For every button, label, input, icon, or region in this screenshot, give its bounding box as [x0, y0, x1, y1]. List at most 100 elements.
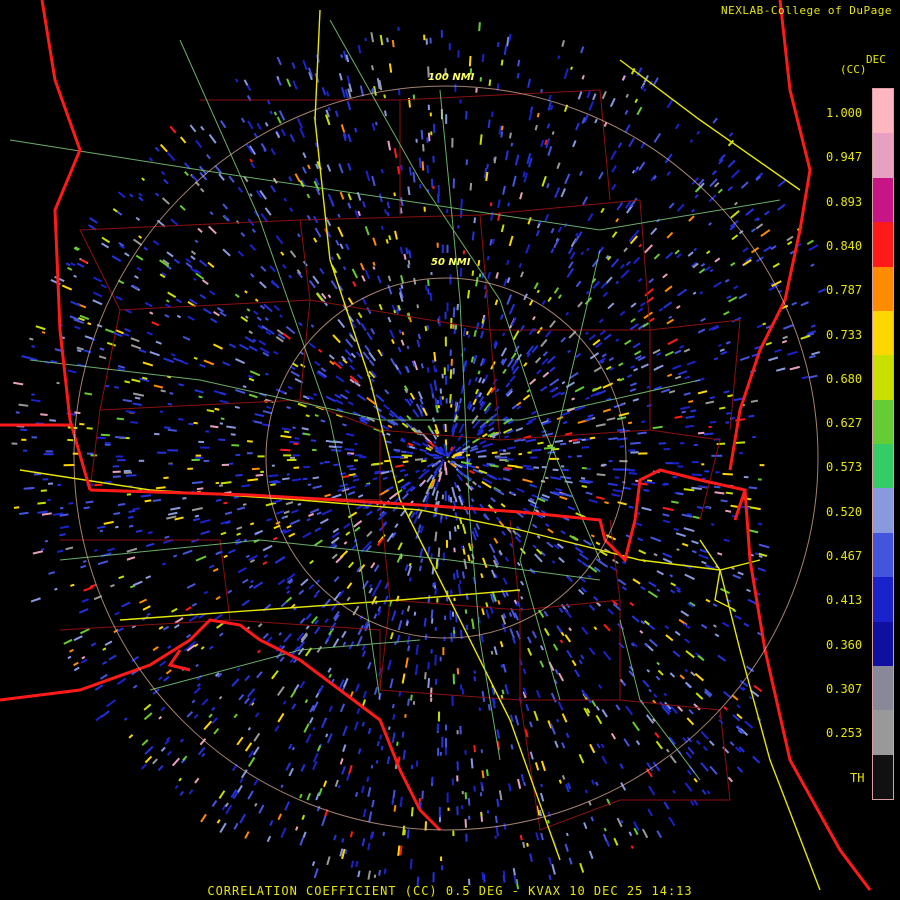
radar-return-gate — [559, 442, 567, 446]
radar-return-gate — [397, 620, 403, 631]
radar-return-gate — [467, 554, 471, 562]
radar-return-gate — [489, 202, 493, 207]
radar-return-gate — [809, 374, 818, 379]
radar-return-gate — [730, 261, 736, 267]
radar-return-gate — [277, 712, 285, 723]
radar-return-gate — [372, 477, 378, 481]
radar-return-gate — [430, 609, 434, 619]
radar-return-gate — [540, 385, 548, 392]
radar-return-gate — [708, 222, 712, 226]
radar-return-gate — [138, 192, 143, 197]
radar-return-gate — [203, 359, 215, 366]
radar-return-gate — [786, 235, 794, 242]
radar-return-gate — [169, 125, 177, 134]
radar-return-gate — [347, 162, 352, 171]
radar-return-gate — [370, 764, 374, 769]
radar-return-gate — [757, 522, 763, 526]
radar-return-gate — [596, 473, 606, 477]
radar-return-gate — [325, 91, 330, 97]
radar-return-gate — [470, 498, 475, 503]
radar-return-gate — [433, 379, 438, 392]
radar-return-gate — [328, 705, 333, 713]
radar-return-gate — [156, 486, 166, 490]
radar-return-gate — [404, 564, 409, 572]
radar-return-gate — [210, 317, 218, 324]
radar-return-gate — [308, 279, 316, 289]
radar-return-gate — [694, 186, 702, 193]
radar-return-gate — [401, 331, 405, 336]
radar-return-gate — [334, 393, 342, 399]
radar-return-gate — [59, 525, 70, 530]
radar-return-gate — [305, 625, 310, 630]
color-scale-tick-label: 0.253 — [826, 726, 863, 741]
radar-return-gate — [142, 605, 151, 611]
radar-return-gate — [355, 318, 361, 325]
radar-return-gate — [432, 155, 435, 163]
radar-return-gate — [420, 558, 424, 563]
radar-return-gate — [717, 654, 727, 662]
radar-return-gate — [630, 365, 636, 369]
radar-return-gate — [494, 299, 499, 306]
radar-return-gate — [451, 695, 454, 706]
radar-return-gate — [557, 226, 563, 233]
radar-return-gate — [499, 641, 504, 648]
radar-return-gate — [755, 223, 764, 230]
radar-return-gate — [568, 857, 573, 865]
radar-return-gate — [404, 657, 409, 668]
radar-return-gate — [611, 164, 617, 173]
radar-return-gate — [559, 495, 568, 501]
radar-return-gate — [496, 798, 500, 808]
radar-return-gate — [282, 700, 287, 705]
radar-return-gate — [709, 420, 717, 424]
radar-return-gate — [337, 226, 344, 238]
radar-return-gate — [130, 337, 140, 343]
radar-return-gate — [96, 436, 106, 440]
radar-return-gate — [128, 524, 134, 528]
radar-return-gate — [320, 419, 326, 423]
color-scale-tick-label: 1.000 — [826, 106, 863, 120]
radar-return-gate — [200, 530, 211, 535]
radar-return-gate — [253, 779, 259, 786]
radar-return-gate — [610, 258, 620, 268]
radar-return-gate — [561, 742, 566, 749]
radar-return-gate — [235, 358, 246, 365]
radar-return-gate — [591, 700, 597, 707]
radar-return-gate — [701, 463, 705, 466]
radar-return-gate — [732, 574, 741, 580]
radar-return-gate — [450, 632, 453, 643]
radar-return-gate — [717, 552, 723, 556]
radar-return-gate — [438, 806, 441, 818]
radar-return-gate — [566, 649, 573, 659]
radar-return-gate — [596, 496, 605, 501]
radar-return-gate — [386, 201, 391, 209]
radar-return-gate — [568, 627, 572, 632]
radar-return-gate — [372, 266, 376, 270]
radar-return-gate — [257, 455, 265, 458]
radar-return-gate — [658, 442, 667, 445]
radar-return-gate — [728, 132, 734, 137]
radar-return-gate — [44, 539, 49, 543]
radar-return-gate — [566, 575, 573, 583]
radar-return-gate — [441, 396, 444, 400]
radar-return-gate — [59, 506, 64, 510]
radar-return-gate — [366, 331, 373, 341]
radar-return-gate — [600, 207, 605, 214]
radar-return-gate — [425, 38, 428, 45]
radar-return-gate — [624, 339, 632, 346]
radar-return-gate — [200, 813, 207, 823]
radar-return-gate — [295, 826, 299, 831]
radar-return-gate — [595, 705, 600, 711]
radar-return-gate — [713, 485, 721, 489]
radar-return-gate — [656, 364, 664, 370]
radar-return-gate — [525, 703, 530, 712]
radar-return-gate — [248, 393, 258, 399]
radar-return-gate — [351, 268, 358, 279]
radar-return-gate — [684, 668, 689, 673]
radar-return-gate — [167, 449, 179, 452]
radar-return-gate — [253, 310, 259, 316]
radar-return-gate — [417, 333, 421, 340]
radar-return-gate — [408, 249, 412, 259]
radar-return-gate — [312, 726, 316, 731]
radar-return-gate — [152, 498, 162, 503]
radar-return-gate — [523, 362, 528, 367]
